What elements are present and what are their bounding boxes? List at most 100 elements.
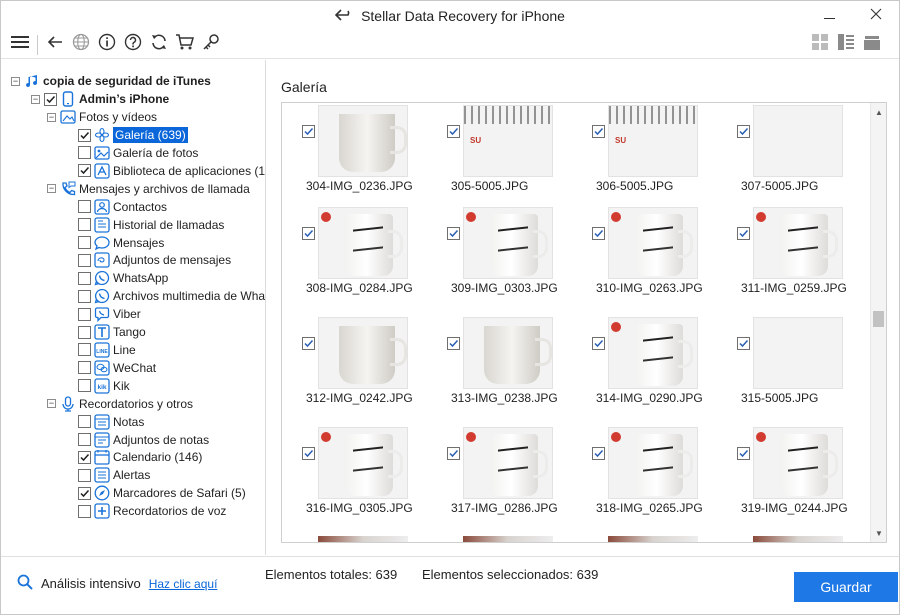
gallery-tile[interactable]: 318-IMG_0265.JPG xyxy=(592,427,722,525)
globe-button[interactable] xyxy=(68,32,94,58)
tree-item[interactable]: WhatsApp xyxy=(78,269,168,287)
tree-item-checkbox[interactable] xyxy=(78,236,91,249)
tile-checkbox[interactable] xyxy=(592,447,605,460)
gallery-tile[interactable]: 313-IMG_0238.JPG xyxy=(447,317,577,415)
cart-button[interactable] xyxy=(172,32,198,58)
tile-checkbox[interactable] xyxy=(592,337,605,350)
tree-item[interactable]: Mensajes xyxy=(78,234,164,252)
tree-item-checkbox[interactable] xyxy=(78,218,91,232)
device-checkbox[interactable] xyxy=(44,92,57,106)
grid-view-icon[interactable] xyxy=(811,33,829,56)
tree-item-checkbox[interactable] xyxy=(78,450,91,464)
tile-checkbox[interactable] xyxy=(302,125,315,138)
gallery-scrollbar[interactable]: ▲ ▼ xyxy=(870,103,886,542)
list-view-icon[interactable] xyxy=(837,33,855,56)
menu-button[interactable] xyxy=(7,32,33,58)
tree-item[interactable]: WeChat xyxy=(78,359,156,377)
tile-checkbox[interactable] xyxy=(737,125,750,138)
tree-item-checkbox[interactable] xyxy=(78,486,91,500)
tree-item[interactable]: Historial de llamadas xyxy=(78,216,224,234)
tree-item-checkbox[interactable] xyxy=(78,379,91,393)
gallery-tile[interactable]: SU 306-5005.JPG xyxy=(592,105,722,203)
tile-checkbox[interactable] xyxy=(592,227,605,240)
tree-item-checkbox[interactable] xyxy=(78,253,91,267)
tree-item[interactable]: Biblioteca de aplicaciones (1) xyxy=(78,162,265,180)
tile-checkbox[interactable] xyxy=(302,447,315,460)
key-button[interactable] xyxy=(198,32,224,58)
tree-item[interactable]: LINE Line xyxy=(78,341,136,359)
minimize-button[interactable] xyxy=(807,1,853,31)
scroll-up-icon[interactable]: ▲ xyxy=(871,105,886,119)
tree-item-checkbox[interactable] xyxy=(78,361,91,375)
expand-toggle-group-1[interactable]: − xyxy=(47,184,56,194)
tree-item[interactable]: Archivos multimedia de Whats xyxy=(78,287,265,305)
gallery-tile[interactable]: 308-IMG_0284.JPG xyxy=(302,207,432,305)
tile-view-icon[interactable] xyxy=(863,33,881,56)
tree-item-checkbox[interactable] xyxy=(78,433,91,446)
tree-item-checkbox[interactable] xyxy=(78,415,91,429)
tile-checkbox[interactable] xyxy=(302,337,315,350)
info-button[interactable] xyxy=(94,32,120,58)
tree-item-checkbox[interactable] xyxy=(78,343,91,357)
tree-item[interactable]: Tango xyxy=(78,323,146,341)
tile-checkbox[interactable] xyxy=(447,447,460,460)
gallery-tile[interactable]: 310-IMG_0263.JPG xyxy=(592,207,722,305)
back-button[interactable] xyxy=(42,32,68,58)
gallery-tile[interactable]: SU 305-5005.JPG xyxy=(447,105,577,203)
tile-checkbox[interactable] xyxy=(592,125,605,138)
scroll-thumb[interactable] xyxy=(873,311,884,327)
tree-item-checkbox[interactable] xyxy=(78,504,91,518)
gallery-tile[interactable]: 314-IMG_0290.JPG xyxy=(592,317,722,415)
tile-checkbox[interactable] xyxy=(447,125,460,138)
tree-item-checkbox[interactable] xyxy=(78,289,91,303)
tile-checkbox[interactable] xyxy=(447,337,460,350)
tile-checkbox[interactable] xyxy=(447,227,460,240)
tree-item-itunes-backup[interactable]: − copia de seguridad de iTunes xyxy=(11,72,211,90)
close-button[interactable] xyxy=(853,1,899,31)
expand-toggle-device[interactable]: − xyxy=(31,94,40,104)
expand-toggle-group-2[interactable]: − xyxy=(47,399,56,409)
tree-item[interactable]: Galería (639) xyxy=(78,126,188,144)
tree-item-checkbox[interactable] xyxy=(78,271,91,285)
expand-toggle-group-0[interactable]: − xyxy=(47,112,56,122)
gallery-tile[interactable]: 315-5005.JPG xyxy=(737,317,867,415)
scroll-down-icon[interactable]: ▼ xyxy=(871,526,886,540)
save-button[interactable]: Guardar xyxy=(794,572,898,602)
tree-item[interactable]: Viber xyxy=(78,305,141,323)
tile-checkbox[interactable] xyxy=(737,337,750,350)
tile-checkbox[interactable] xyxy=(737,447,750,460)
tree-item[interactable]: Alertas xyxy=(78,466,150,484)
gallery-tile[interactable]: 316-IMG_0305.JPG xyxy=(302,427,432,525)
gallery-tile[interactable]: 311-IMG_0259.JPG xyxy=(737,207,867,305)
deep-scan-link[interactable]: Haz clic aquí xyxy=(149,577,218,591)
gallery-tile[interactable]: 309-IMG_0303.JPG xyxy=(447,207,577,305)
tree-item-checkbox[interactable] xyxy=(78,128,91,142)
expand-toggle-root[interactable]: − xyxy=(11,76,20,86)
tree-item-checkbox[interactable] xyxy=(78,200,91,214)
tree-item-checkbox[interactable] xyxy=(78,325,91,339)
tile-checkbox[interactable] xyxy=(302,227,315,240)
tree-item-checkbox[interactable] xyxy=(78,164,91,178)
tree-group-1[interactable]: − Mensajes y archivos de llamada xyxy=(47,180,250,198)
gallery-tile[interactable]: 304-IMG_0236.JPG xyxy=(302,105,432,203)
tree-item[interactable]: Galería de fotos xyxy=(78,144,198,162)
tree-item[interactable]: Calendario (146) xyxy=(78,448,202,466)
gallery-tile[interactable]: 307-5005.JPG xyxy=(737,105,867,203)
tree-item-device[interactable]: − Admin’s iPhone xyxy=(31,90,169,108)
tree-item-checkbox[interactable] xyxy=(78,146,91,160)
tree-item[interactable]: Notas xyxy=(78,413,144,431)
tree-group-0[interactable]: − Fotos y vídeos xyxy=(47,108,157,126)
gallery-tile[interactable]: 312-IMG_0242.JPG xyxy=(302,317,432,415)
tree-group-2[interactable]: − Recordatorios y otros xyxy=(47,395,193,413)
gallery-tile[interactable]: 317-IMG_0286.JPG xyxy=(447,427,577,525)
tree-item-checkbox[interactable] xyxy=(78,468,91,482)
tree-item[interactable]: Adjuntos de mensajes xyxy=(78,251,231,269)
tile-checkbox[interactable] xyxy=(737,227,750,240)
refresh-button[interactable] xyxy=(146,32,172,58)
tree-item[interactable]: Recordatorios de voz xyxy=(78,502,226,520)
tree-item-checkbox[interactable] xyxy=(78,307,91,321)
tree-item[interactable]: kik Kik xyxy=(78,377,130,395)
help-button[interactable] xyxy=(120,32,146,58)
tree-item[interactable]: Marcadores de Safari (5) xyxy=(78,484,246,502)
tree-item[interactable]: Contactos xyxy=(78,198,167,216)
